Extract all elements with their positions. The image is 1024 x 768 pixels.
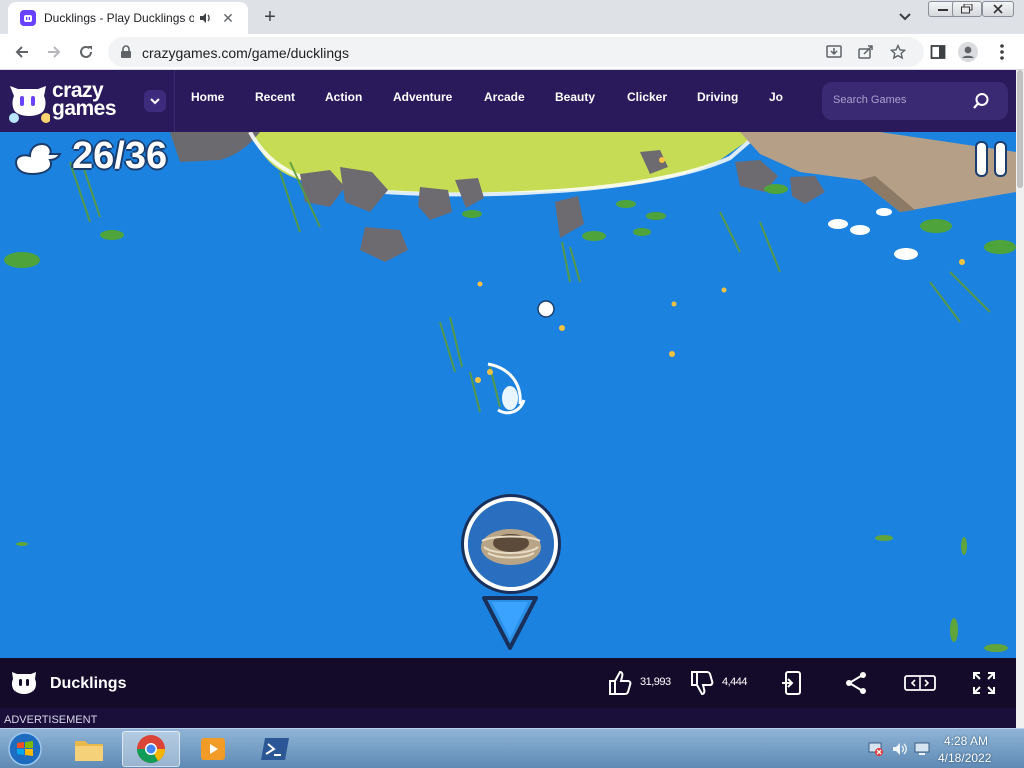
media-player-icon[interactable] <box>184 731 242 767</box>
search-icon[interactable] <box>972 92 990 110</box>
nest-icon <box>468 501 554 587</box>
fullscreen-icon[interactable] <box>970 669 998 697</box>
clock-time[interactable]: 4:28 AM <box>944 734 988 748</box>
likes-count: 31,993 <box>640 676 671 688</box>
network-warning-icon[interactable] <box>868 741 884 757</box>
site-header: crazy games Home Recent Action Adventure… <box>0 70 1024 132</box>
share-icon[interactable] <box>842 669 870 697</box>
crazygames-mascot-icon <box>9 86 51 123</box>
dislikes-count: 4,444 <box>722 676 748 688</box>
speaker-icon[interactable] <box>198 11 212 25</box>
pause-icon[interactable] <box>974 140 1010 180</box>
crazygames-favicon-icon <box>20 10 36 26</box>
side-panel-icon[interactable] <box>928 42 948 62</box>
chevron-down-icon[interactable] <box>144 90 166 112</box>
lock-icon[interactable] <box>120 45 132 59</box>
duckling-counter: 26/36 <box>72 135 168 177</box>
share-icon[interactable] <box>856 42 876 62</box>
reload-icon[interactable] <box>76 42 96 62</box>
file-explorer-icon[interactable] <box>60 731 118 767</box>
nav-driving[interactable]: Driving <box>697 90 738 104</box>
browser-tab[interactable]: Ducklings - Play Ducklings o ✕ <box>8 2 248 34</box>
duck-counter-icon <box>14 142 62 176</box>
nav-beauty[interactable]: Beauty <box>555 90 595 104</box>
crazygames-logo[interactable]: crazy games <box>6 78 140 124</box>
thumbs-down-icon[interactable] <box>688 669 716 697</box>
logo-text: crazy games <box>52 80 117 120</box>
scrollbar-thumb[interactable] <box>1017 70 1023 188</box>
logo-line2: games <box>52 97 117 120</box>
nav-home[interactable]: Home <box>191 90 224 104</box>
windows-start-icon[interactable] <box>6 731 44 767</box>
game-info-bar: Ducklings 31,993 4,444 <box>0 658 1016 708</box>
report-icon[interactable] <box>778 669 806 697</box>
game-canvas[interactable]: 26/36 <box>0 132 1016 658</box>
nav-recent[interactable]: Recent <box>255 90 295 104</box>
theater-mode-icon[interactable] <box>904 669 936 697</box>
search-games-input[interactable]: Search Games <box>822 82 1008 120</box>
plus-icon[interactable]: + <box>258 6 282 28</box>
display-icon[interactable] <box>914 741 930 757</box>
thumbs-up-icon[interactable] <box>606 669 634 697</box>
advertisement-label: ADVERTISEMENT <box>4 714 98 726</box>
nav-action[interactable]: Action <box>325 90 362 104</box>
install-icon[interactable] <box>824 42 844 62</box>
nav-arcade[interactable]: Arcade <box>484 90 525 104</box>
chrome-icon[interactable] <box>122 731 180 767</box>
nest-button[interactable] <box>464 497 558 591</box>
close-icon[interactable]: ✕ <box>220 10 236 27</box>
advertisement-bar: ADVERTISEMENT <box>0 708 1016 728</box>
tab-strip: Ducklings - Play Ducklings o ✕ + <box>0 0 1024 34</box>
url-text[interactable]: crazygames.com/game/ducklings <box>142 45 349 61</box>
nav-clicker[interactable]: Clicker <box>627 90 667 104</box>
kebab-menu-icon[interactable] <box>992 42 1012 62</box>
back-icon[interactable] <box>12 42 32 62</box>
nav-adventure[interactable]: Adventure <box>393 90 452 104</box>
restore-button[interactable] <box>952 1 982 17</box>
browser-toolbar: crazygames.com/game/ducklings <box>0 34 1024 70</box>
tab-search-chevron-icon[interactable] <box>895 9 915 25</box>
volume-icon[interactable] <box>892 741 908 757</box>
game-title: Ducklings <box>50 675 127 692</box>
close-window-button[interactable] <box>982 1 1014 17</box>
tab-title: Ducklings - Play Ducklings o <box>44 11 194 25</box>
powershell-icon[interactable] <box>246 731 304 767</box>
clock-date[interactable]: 4/18/2022 <box>938 751 991 765</box>
crazygames-mascot-icon <box>11 672 37 694</box>
search-placeholder: Search Games <box>833 94 907 106</box>
profile-icon[interactable] <box>958 42 978 62</box>
down-arrow-icon[interactable] <box>480 592 540 652</box>
header-divider <box>174 70 175 132</box>
windows-taskbar: 4:28 AM 4/18/2022 <box>0 728 1024 768</box>
bookmark-star-icon[interactable] <box>888 42 908 62</box>
forward-icon[interactable] <box>44 42 64 62</box>
nav-jo[interactable]: Jo <box>769 90 783 104</box>
address-bar[interactable]: crazygames.com/game/ducklings <box>108 37 924 67</box>
